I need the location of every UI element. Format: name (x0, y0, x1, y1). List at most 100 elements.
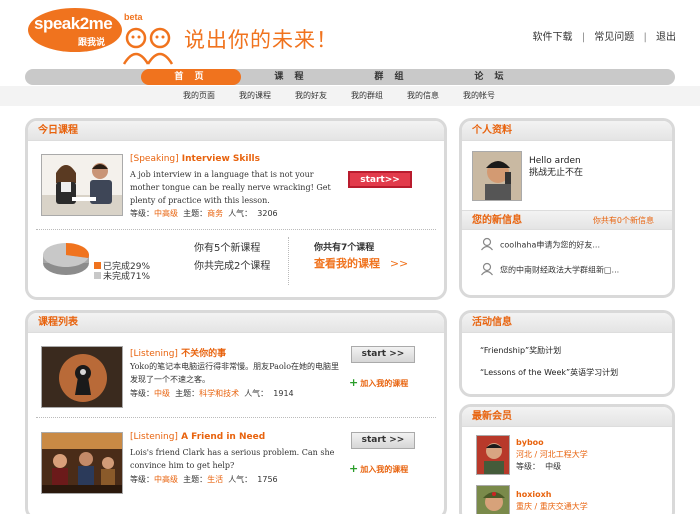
new-members-panel: 最新会员 byboo 河北 / 河北工程大学 等级： 中级 hoxioxh 重庆… (459, 404, 675, 514)
avatar[interactable] (476, 485, 510, 514)
tab-courses[interactable]: 课 程 (241, 69, 341, 85)
course-list-panel: 课程列表 [Listening] 不关你的事 Yoko的笔记本电脑运行得非常慢。… (25, 310, 447, 514)
greeting: Hello arden (529, 156, 581, 166)
course-tag: [Speaking] (130, 154, 179, 164)
panel-title: 今日课程 (28, 121, 444, 141)
interview-thumbnail[interactable] (41, 154, 123, 216)
course-tag: [Listening] (130, 349, 178, 359)
vertical-divider (288, 237, 289, 285)
subnav-my-friends[interactable]: 我的好友 (295, 90, 327, 101)
messages-count[interactable]: 你共有0个新信息 (593, 211, 654, 231)
topic-label: 主题： (183, 209, 208, 218)
today-course-panel: 今日课程 [Speaking] Interview Skills A job i… (25, 118, 447, 300)
level-value: 中高级 (154, 209, 178, 218)
add-to-my-courses-button[interactable]: + 加入我的课程 (349, 462, 408, 475)
member-photo (477, 486, 509, 514)
level-label: 等级： (130, 475, 154, 484)
message-text: 您的中南财经政法大学群组新□... (500, 265, 620, 275)
topic-label: 主题： (183, 475, 208, 484)
status-message: 挑战无止不在 (529, 168, 584, 178)
interview-image (42, 155, 122, 215)
level-label: 等级： (130, 389, 154, 398)
undone-label: 未完成71% (103, 272, 151, 282)
member-info: hoxioxh 重庆 / 重庆交通大学 (516, 489, 588, 513)
add-to-my-courses-button[interactable]: + 加入我的课程 (349, 376, 408, 389)
profile-text: Hello arden 挑战无止不在 (529, 155, 583, 179)
legend-done-swatch (94, 262, 101, 269)
course-description: Lois's friend Clark has a serious proble… (130, 448, 335, 470)
topic-value: 生活 (207, 475, 224, 484)
message-item[interactable]: 您的中南财经政法大学群组新□... (480, 262, 619, 278)
add-label: 加入我的课程 (360, 465, 409, 474)
user-photo (473, 152, 521, 200)
main-nav: 首 页 课 程 群 组 论 坛 (25, 69, 675, 85)
course-meta: 等级：中高级 主题：商务 人气： 3206 (130, 208, 278, 219)
course-name: 不关你的事 (181, 349, 227, 359)
avatar[interactable] (476, 435, 510, 475)
topic-value: 商务 (207, 209, 224, 218)
course-title[interactable]: [Listening] A Friend in Need (130, 432, 265, 442)
start-button[interactable]: start>> (348, 171, 412, 188)
level-value: 中高级 (154, 475, 178, 484)
course-tag: [Listening] (130, 432, 178, 442)
logout-link[interactable]: 退出 (656, 32, 676, 43)
completed-count: 你共完成2个课程 (194, 261, 271, 272)
person-icon (480, 237, 494, 253)
course-title[interactable]: [Speaking] Interview Skills (130, 154, 260, 164)
logo-subtitle: 跟我说 (78, 38, 106, 48)
slogan: 说出你的未来！ (184, 28, 338, 52)
activity-link-friendship[interactable]: “Friendship”奖励计划 (480, 345, 561, 356)
faq-link[interactable]: 常见问题 (594, 32, 634, 43)
activity-link-lessons[interactable]: “Lessons of the Week”英语学习计划 (480, 367, 618, 378)
member-name[interactable]: byboo (516, 437, 588, 449)
subnav-my-account[interactable]: 我的帐号 (463, 90, 495, 101)
subnav-my-courses[interactable]: 我的课程 (239, 90, 271, 101)
subnav-my-page[interactable]: 我的页面 (183, 90, 215, 101)
member-name[interactable]: hoxioxh (516, 489, 588, 501)
add-label: 加入我的课程 (360, 379, 409, 388)
done-label: 已完成29% (103, 262, 151, 272)
message-text: coolhaha申请为您的好友... (500, 240, 600, 250)
tab-groups[interactable]: 群 组 (341, 69, 441, 85)
course-description: Yoko的笔记本电脑运行得非常慢。朋友Paolo在她的电脑里发现了一个不速之客。 (130, 362, 340, 384)
divider (36, 417, 436, 418)
popularity-value: 1914 (273, 389, 294, 398)
link-separator: | (581, 32, 586, 43)
course-name: Interview Skills (181, 154, 260, 164)
subnav-my-messages[interactable]: 我的信息 (407, 90, 439, 101)
course-thumbnail[interactable] (41, 346, 123, 408)
course-description: A job interview in a language that is no… (130, 170, 331, 205)
messages-header: 您的新信息 你共有0个新信息 (462, 210, 672, 230)
course-title[interactable]: [Listening] 不关你的事 (130, 346, 226, 359)
activities-panel: 活动信息 “Friendship”奖励计划 “Lessons of the We… (459, 310, 675, 397)
popularity-label: 人气： (228, 475, 253, 484)
plus-icon: + (349, 462, 359, 475)
member-level-label: 等级： (516, 462, 540, 471)
download-link[interactable]: 软件下载 (533, 32, 573, 43)
course-name: A Friend in Need (181, 432, 266, 442)
course-thumbnail[interactable] (41, 432, 123, 494)
person-icon (480, 262, 494, 278)
member-level: 等级： 中级 (516, 461, 588, 473)
progress-pie-chart (42, 243, 89, 275)
avatar[interactable] (472, 151, 522, 201)
profile-panel: 个人资料 Hello arden 挑战无止不在 您的新信息 你共有0个新信息 c… (459, 118, 675, 298)
course-meta: 等级：中级 主题：科学和技术 人气： 1914 (130, 388, 294, 399)
view-my-courses-link[interactable]: 查看我的课程 >> (314, 255, 408, 271)
topic-value: 科学和技术 (199, 389, 240, 398)
logo-text: speak2me (34, 14, 113, 33)
start-button[interactable]: start >> (351, 346, 415, 363)
start-button[interactable]: start >> (351, 432, 415, 449)
logo-bubble: speak2me 跟我说 (28, 8, 122, 52)
link-separator: | (643, 32, 647, 43)
tab-home[interactable]: 首 页 (141, 69, 241, 85)
message-item[interactable]: coolhaha申请为您的好友... (480, 237, 600, 253)
view-link-arrows: >> (389, 257, 409, 270)
sub-nav: 我的页面 我的课程 我的好友 我的群组 我的信息 我的帐号 (0, 86, 700, 106)
member-location: 河北 / 河北工程大学 (516, 450, 588, 459)
subnav-my-groups[interactable]: 我的群组 (351, 90, 383, 101)
tab-forum[interactable]: 论 坛 (441, 69, 541, 85)
list-item: [Listening] 不关你的事 Yoko的笔记本电脑运行得非常慢。朋友Pao… (38, 343, 438, 415)
plus-icon: + (349, 376, 359, 389)
level-value: 中级 (154, 389, 170, 398)
